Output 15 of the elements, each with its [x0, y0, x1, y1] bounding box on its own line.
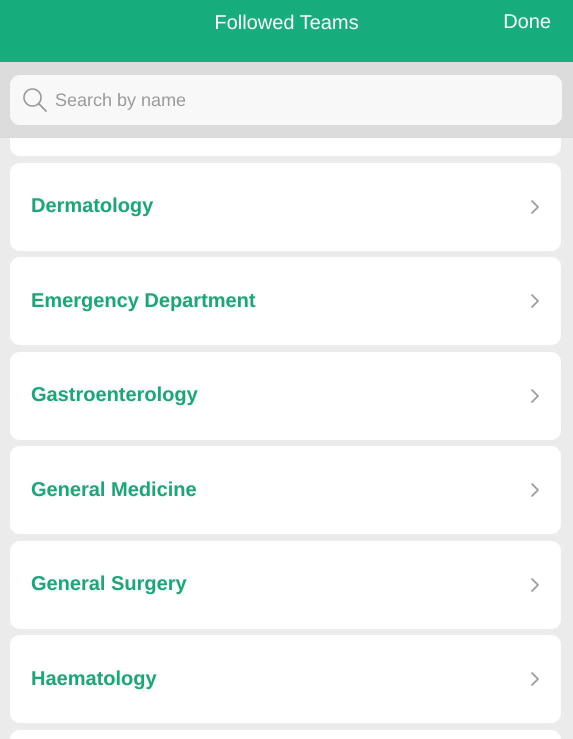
chevron-icon	[531, 200, 539, 214]
chevron-icon	[531, 578, 539, 592]
chevron-icon	[531, 388, 539, 402]
chevron-icon	[531, 672, 539, 686]
team-row[interactable]: Emergency Department	[10, 257, 561, 345]
done-button[interactable]: Done	[503, 9, 551, 36]
team-row[interactable]: Gastroenterology	[10, 352, 561, 440]
team-row[interactable]: General Surgery	[10, 540, 561, 628]
team-row[interactable]: General Medicine	[10, 446, 561, 534]
screen-title: Followed Teams	[214, 12, 359, 34]
team-row[interactable]: Haematology	[10, 635, 561, 723]
search-field[interactable]: Search by name	[10, 75, 562, 125]
team-row[interactable]: Dermatology	[10, 162, 561, 250]
chevron-icon	[531, 483, 539, 497]
chevron-icon	[531, 294, 539, 308]
